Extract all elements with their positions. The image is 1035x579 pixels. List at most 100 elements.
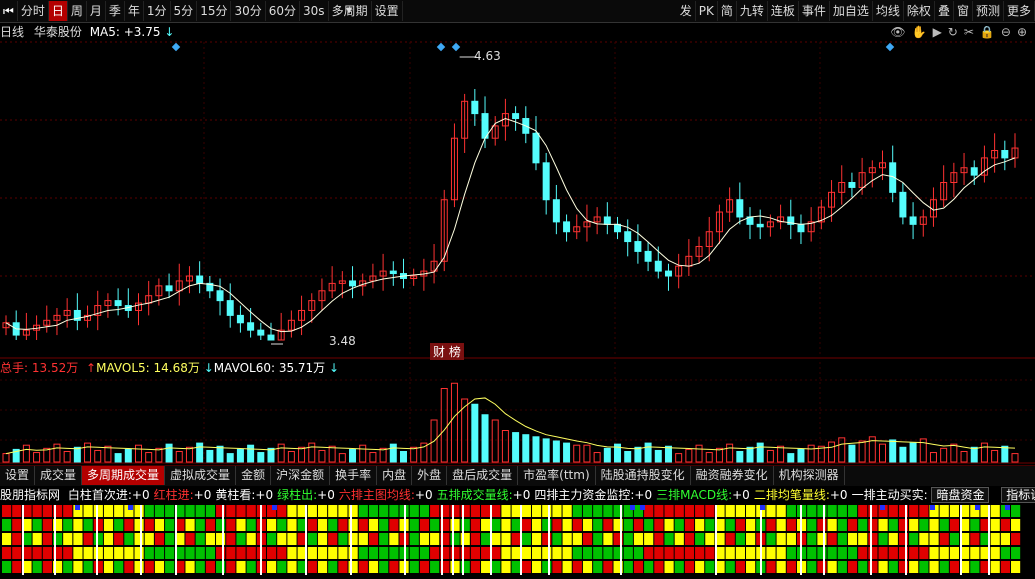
volume-bar bbox=[797, 448, 805, 463]
tab-11[interactable]: 陆股通持股变化 bbox=[596, 466, 691, 485]
tab-8[interactable]: 外盘 bbox=[412, 466, 448, 485]
volume-total: 总手: 13.52万 bbox=[0, 361, 79, 375]
indicator-cell bbox=[552, 561, 562, 573]
indicator-cell bbox=[939, 519, 949, 531]
indicator-cell bbox=[481, 519, 491, 531]
indicator-cell bbox=[103, 547, 114, 559]
indicator-cell bbox=[419, 547, 430, 559]
dark-fund-button[interactable]: 暗盘资金 bbox=[931, 487, 990, 503]
indicator-cell bbox=[949, 505, 960, 517]
indicator-cell bbox=[185, 561, 195, 573]
indicator-cell bbox=[368, 519, 379, 531]
indicator-cell bbox=[195, 547, 205, 559]
tab-13[interactable]: 机构探测器 bbox=[774, 466, 845, 485]
tab-10[interactable]: 市盈率(ttm) bbox=[518, 466, 596, 485]
indicator-separator bbox=[305, 505, 307, 575]
indicator-cell bbox=[766, 519, 776, 531]
indicator-cell bbox=[572, 547, 582, 559]
tab-6[interactable]: 换手率 bbox=[330, 466, 378, 485]
indicator-cell bbox=[939, 547, 949, 559]
candle-body bbox=[196, 275, 204, 284]
volume-bar bbox=[522, 434, 530, 463]
candle-body bbox=[236, 314, 244, 324]
volume-bar bbox=[94, 449, 102, 463]
indicator-item-value: +0 bbox=[317, 488, 335, 502]
indicator-cell bbox=[266, 519, 277, 531]
tab-7[interactable]: 内盘 bbox=[377, 466, 413, 485]
volume-bar bbox=[838, 437, 846, 463]
indicator-cell bbox=[644, 505, 654, 517]
indicator-blue-cell bbox=[930, 505, 935, 510]
indicator-cell bbox=[735, 547, 746, 559]
indicator-cell bbox=[786, 505, 796, 517]
indicator-cell bbox=[144, 533, 154, 545]
volume-bar bbox=[501, 430, 509, 463]
indicator-cell bbox=[114, 561, 124, 573]
tab-0[interactable]: 设置 bbox=[0, 466, 36, 485]
indicator-cell bbox=[817, 547, 827, 559]
tab-5[interactable]: 沪深金额 bbox=[271, 466, 331, 485]
indicator-cell bbox=[786, 519, 796, 531]
tab-4[interactable]: 金额 bbox=[236, 466, 272, 485]
indicator-cell bbox=[124, 533, 134, 545]
indicator-cell bbox=[776, 561, 786, 573]
indicator-cell bbox=[847, 547, 858, 559]
volume-bar bbox=[389, 443, 397, 463]
volume-bar bbox=[328, 445, 336, 463]
volume-bar bbox=[940, 447, 948, 463]
tab-12[interactable]: 融资融券变化 bbox=[691, 466, 774, 485]
indicator-item-value: +0 bbox=[512, 488, 531, 502]
indicator-cell bbox=[909, 505, 919, 517]
indicator-cell bbox=[42, 519, 52, 531]
indicator-cell bbox=[470, 547, 481, 559]
indicator-cell bbox=[317, 519, 328, 531]
indicator-cell bbox=[42, 533, 52, 545]
indicator-tabs: 设置 成交量 多周期成交量 虚拟成交量 金额 沪深金额 换手率 内盘 外盘 盘后成交量 市盈率(tt… bbox=[0, 465, 1035, 486]
indicator-cell bbox=[868, 519, 878, 531]
indicator-cell bbox=[368, 547, 379, 559]
volume-bar bbox=[889, 439, 897, 463]
indicator-cell bbox=[154, 533, 165, 545]
event-badge[interactable]: 财 榜 bbox=[430, 343, 464, 360]
indicator-cell bbox=[83, 547, 93, 559]
indicator-cell bbox=[185, 505, 195, 517]
indicator-cell bbox=[511, 561, 521, 573]
volume-bar bbox=[471, 403, 479, 463]
tab-3[interactable]: 虚拟成交量 bbox=[165, 466, 237, 485]
indicator-legend: 股朋指标网 白柱首次进:+0 红柱进:+0 黄柱看:+0 绿柱出:+0 六排主图均线:+… bbox=[0, 486, 1035, 504]
indicator-cell bbox=[2, 547, 12, 559]
indicator-blue-cell bbox=[1005, 505, 1010, 510]
indicator-cell bbox=[623, 561, 633, 573]
indicator-cell bbox=[165, 505, 175, 517]
volume-bar bbox=[236, 448, 244, 463]
volume-bar bbox=[593, 452, 601, 463]
tab-2[interactable]: 多周期成交量 bbox=[82, 466, 166, 485]
indicator-cell bbox=[226, 561, 236, 573]
indicator-cell bbox=[531, 519, 542, 531]
indicator-cell bbox=[817, 533, 827, 545]
indicator-cell bbox=[103, 533, 114, 545]
volume-bar bbox=[644, 442, 652, 463]
indicator-cell bbox=[358, 505, 368, 517]
indicator-cell bbox=[878, 547, 888, 559]
indicator-cell bbox=[42, 505, 52, 517]
indicator-cell bbox=[949, 547, 960, 559]
indicator-separator bbox=[96, 505, 98, 575]
indicator-cell bbox=[847, 533, 858, 545]
indicator-cell bbox=[32, 519, 42, 531]
indicator-cell bbox=[246, 533, 256, 545]
tab-9[interactable]: 盘后成交量 bbox=[447, 466, 519, 485]
indicator-cell bbox=[63, 519, 73, 531]
indicator-cell bbox=[358, 561, 368, 573]
tab-1[interactable]: 成交量 bbox=[35, 466, 83, 485]
indicator-cell bbox=[786, 547, 796, 559]
indicator-cell bbox=[419, 533, 430, 545]
indicator-help-button[interactable]: 指标说明 bbox=[1001, 487, 1035, 503]
indicator-cell bbox=[725, 561, 735, 573]
indicator-cell bbox=[491, 547, 501, 559]
candle-body bbox=[216, 290, 224, 302]
indicator-cell bbox=[205, 533, 216, 545]
indicator-cell bbox=[511, 505, 521, 517]
indicator-cell bbox=[888, 533, 898, 545]
indicator-cell bbox=[664, 505, 674, 517]
